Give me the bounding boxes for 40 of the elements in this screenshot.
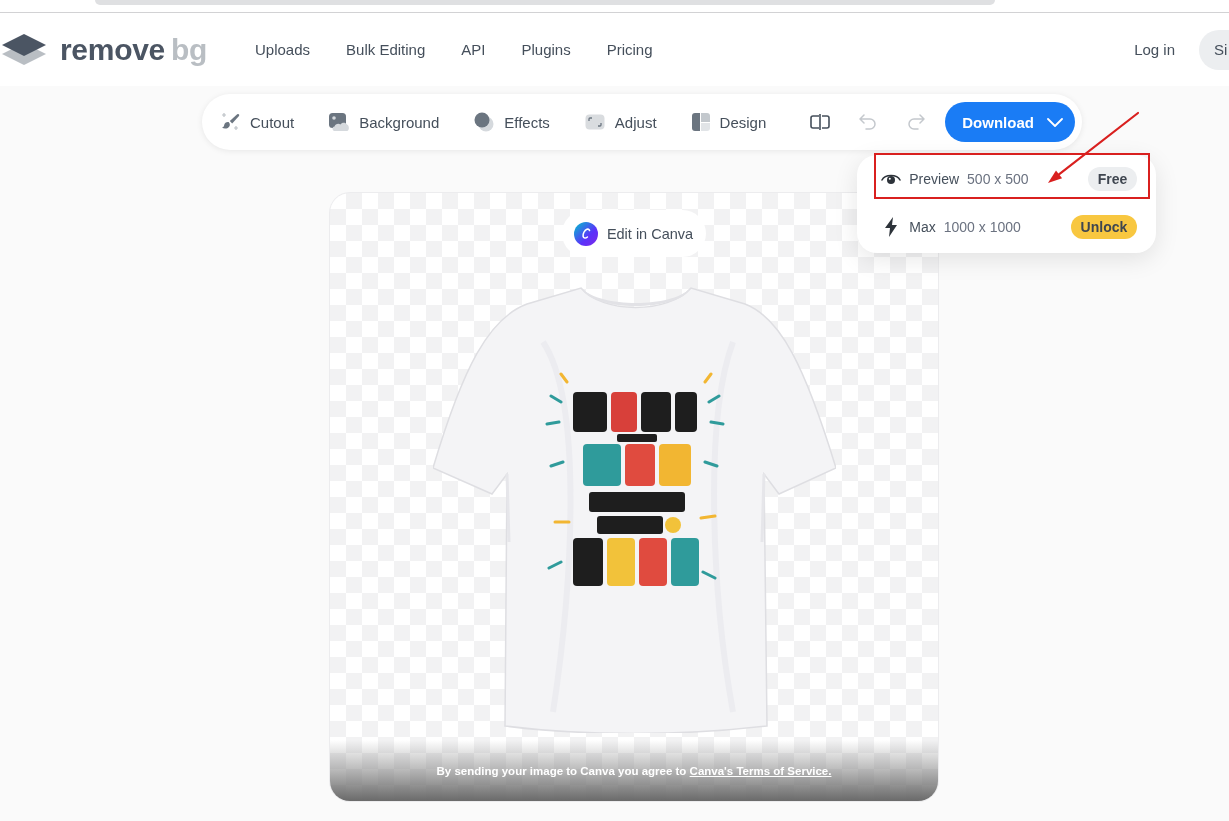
- redo-icon: [906, 114, 927, 130]
- nav-link[interactable]: Uploads: [255, 41, 311, 58]
- nav-link[interactable]: Plugins: [521, 41, 571, 58]
- logo-accent-text: bg: [170, 34, 207, 65]
- lightning-bolt-icon: [885, 217, 898, 237]
- logo-icon: [573, 221, 598, 246]
- edit-in-canva-button[interactable]: Edit in Canva: [561, 210, 707, 257]
- layout-icon: [691, 113, 710, 131]
- nav-link[interactable]: Bulk Editing: [346, 41, 426, 58]
- circles-icon: [474, 112, 495, 132]
- background-tool-button[interactable]: Background: [329, 113, 440, 131]
- rounded-square-icon: [584, 114, 605, 130]
- consent-text: By sending your image to Canva you agree to Canva's Terms of Service.: [436, 764, 832, 777]
- design-tool-button[interactable]: Design: [691, 113, 767, 131]
- address-bar[interactable]: [95, 0, 995, 5]
- login-link[interactable]: Log in: [1134, 41, 1175, 58]
- nav-link[interactable]: Pricing: [606, 41, 653, 58]
- download-option[interactable]: Preview 500 x 500 Free: [857, 155, 1157, 203]
- split-view-icon: [810, 113, 831, 131]
- effects-tool-button[interactable]: Effects: [474, 112, 550, 132]
- image-icon: [329, 113, 350, 131]
- option-size: 500 x 500: [967, 171, 1030, 187]
- option-size: 1000 x 1000: [943, 219, 1022, 235]
- option-name: Preview: [909, 171, 960, 187]
- logo-text: remove: [60, 34, 165, 65]
- option-badge: Free: [1087, 167, 1138, 191]
- cutout-tool-button[interactable]: Cutout: [220, 112, 295, 132]
- option-name: Max: [909, 219, 936, 235]
- download-button[interactable]: Download: [945, 102, 1075, 142]
- option-badge: Unlock: [1070, 215, 1138, 239]
- nav-link[interactable]: API: [461, 41, 486, 58]
- logo-icon: [2, 34, 46, 65]
- adjust-tool-button[interactable]: Adjust: [584, 113, 657, 131]
- eye-icon: [881, 173, 902, 185]
- chevron-down-icon: [1046, 117, 1063, 127]
- download-option[interactable]: Max 1000 x 1000 Unlock: [857, 203, 1157, 251]
- undo-icon: [858, 114, 879, 130]
- compare-button[interactable]: [810, 113, 831, 131]
- brush-icon: [220, 112, 240, 132]
- signup-button[interactable]: Si: [1199, 29, 1229, 70]
